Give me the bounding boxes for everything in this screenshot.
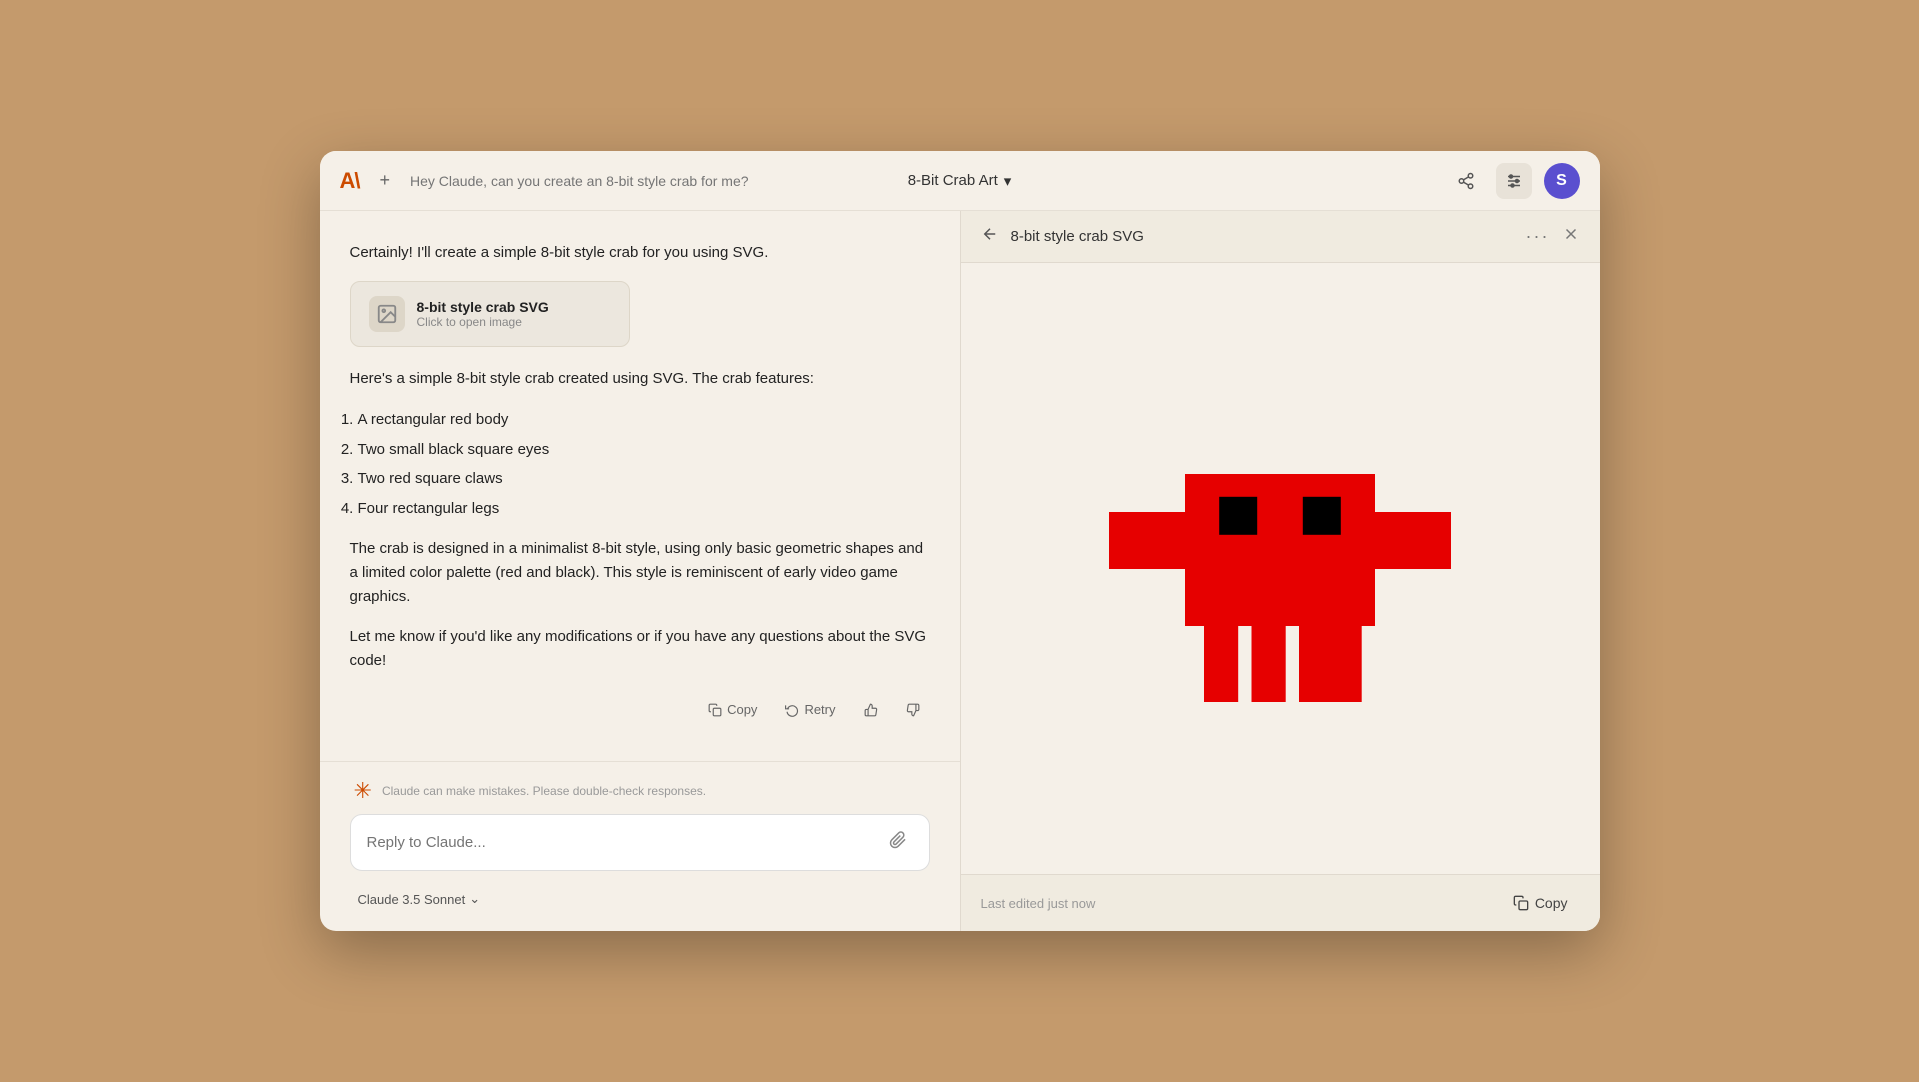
thumbs-up-button[interactable] [854,698,888,722]
title-chevron-icon: ▾ [1004,172,1012,190]
retry-button[interactable]: Retry [775,697,845,722]
preview-content [961,263,1600,874]
header-title[interactable]: 8-Bit Crab Art ▾ [908,172,1012,190]
search-input[interactable] [410,173,750,189]
header: A\ + 8-Bit Crab Art ▾ S [320,151,1600,211]
features-list: A rectangular red body Two small black s… [350,407,930,521]
main-content: Certainly! I'll create a simple 8-bit st… [320,211,1600,931]
copy-icon [708,703,722,717]
artifact-card[interactable]: 8-bit style crab SVG Click to open image [350,281,630,347]
copy-icon [1513,895,1529,911]
app-window: A\ + 8-Bit Crab Art ▾ S [320,151,1600,931]
description-body: The crab is designed in a minimalist 8-b… [350,537,930,609]
model-selector[interactable]: Claude 3.5 Sonnet ⌄ [350,887,489,911]
intro-message: Certainly! I'll create a simple 8-bit st… [350,241,930,265]
share-icon [1457,172,1475,190]
closing-text: Let me know if you'd like any modificati… [350,625,930,673]
preview-back-button[interactable] [981,225,999,248]
message-actions: Copy Retry [350,689,930,738]
model-name: Claude 3.5 Sonnet [358,892,466,907]
crab-image [1090,379,1470,759]
back-arrow-icon [981,225,999,243]
user-avatar[interactable]: S [1544,163,1580,199]
retry-icon [785,703,799,717]
disclaimer-text: Claude can make mistakes. Please double-… [382,784,706,798]
share-button[interactable] [1448,163,1484,199]
artifact-info: 8-bit style crab SVG Click to open image [417,299,549,329]
thumbs-up-icon [864,703,878,717]
list-item: Two small black square eyes [358,437,930,463]
artifact-title: 8-bit style crab SVG [417,299,549,315]
model-chevron-icon: ⌄ [469,891,480,907]
description-intro: Here's a simple 8-bit style crab created… [350,367,930,391]
thumbs-down-icon [906,703,920,717]
preview-more-button[interactable]: ··· [1526,226,1550,247]
artifact-icon [369,296,405,332]
preview-title: 8-bit style crab SVG [1011,228,1514,245]
last-edited-text: Last edited just now [981,896,1096,911]
close-icon [1562,225,1580,243]
anthropic-logo: A\ [340,168,360,194]
settings-button[interactable] [1496,163,1532,199]
thumbs-down-button[interactable] [896,698,930,722]
chat-messages: Certainly! I'll create a simple 8-bit st… [320,211,960,761]
artifact-subtitle: Click to open image [417,315,549,329]
preview-copy-button[interactable]: Copy [1501,889,1580,917]
chat-input[interactable] [367,834,873,851]
claude-star-icon: ✳ [354,778,372,804]
chat-title-text: 8-Bit Crab Art [908,172,998,189]
input-area [350,814,930,871]
settings-icon [1505,172,1523,190]
list-item: Four rectangular legs [358,496,930,522]
header-left: A\ + [340,166,960,195]
list-item: A rectangular red body [358,407,930,433]
attach-button[interactable] [883,829,913,856]
header-right: S [960,163,1580,199]
preview-panel: 8-bit style crab SVG ··· [960,211,1600,931]
copy-button[interactable]: Copy [698,697,767,722]
paperclip-icon [889,831,907,849]
list-item: Two red square claws [358,466,930,492]
preview-header: 8-bit style crab SVG ··· [961,211,1600,263]
chat-footer: ✳ Claude can make mistakes. Please doubl… [320,761,960,931]
preview-copy-label: Copy [1535,895,1568,911]
retry-label: Retry [804,702,835,717]
claude-indicator: ✳ Claude can make mistakes. Please doubl… [350,778,930,804]
chat-panel: Certainly! I'll create a simple 8-bit st… [320,211,960,931]
copy-label: Copy [727,702,757,717]
preview-footer: Last edited just now Copy [961,874,1600,931]
new-chat-button[interactable]: + [372,166,399,195]
preview-close-button[interactable] [1562,225,1580,248]
